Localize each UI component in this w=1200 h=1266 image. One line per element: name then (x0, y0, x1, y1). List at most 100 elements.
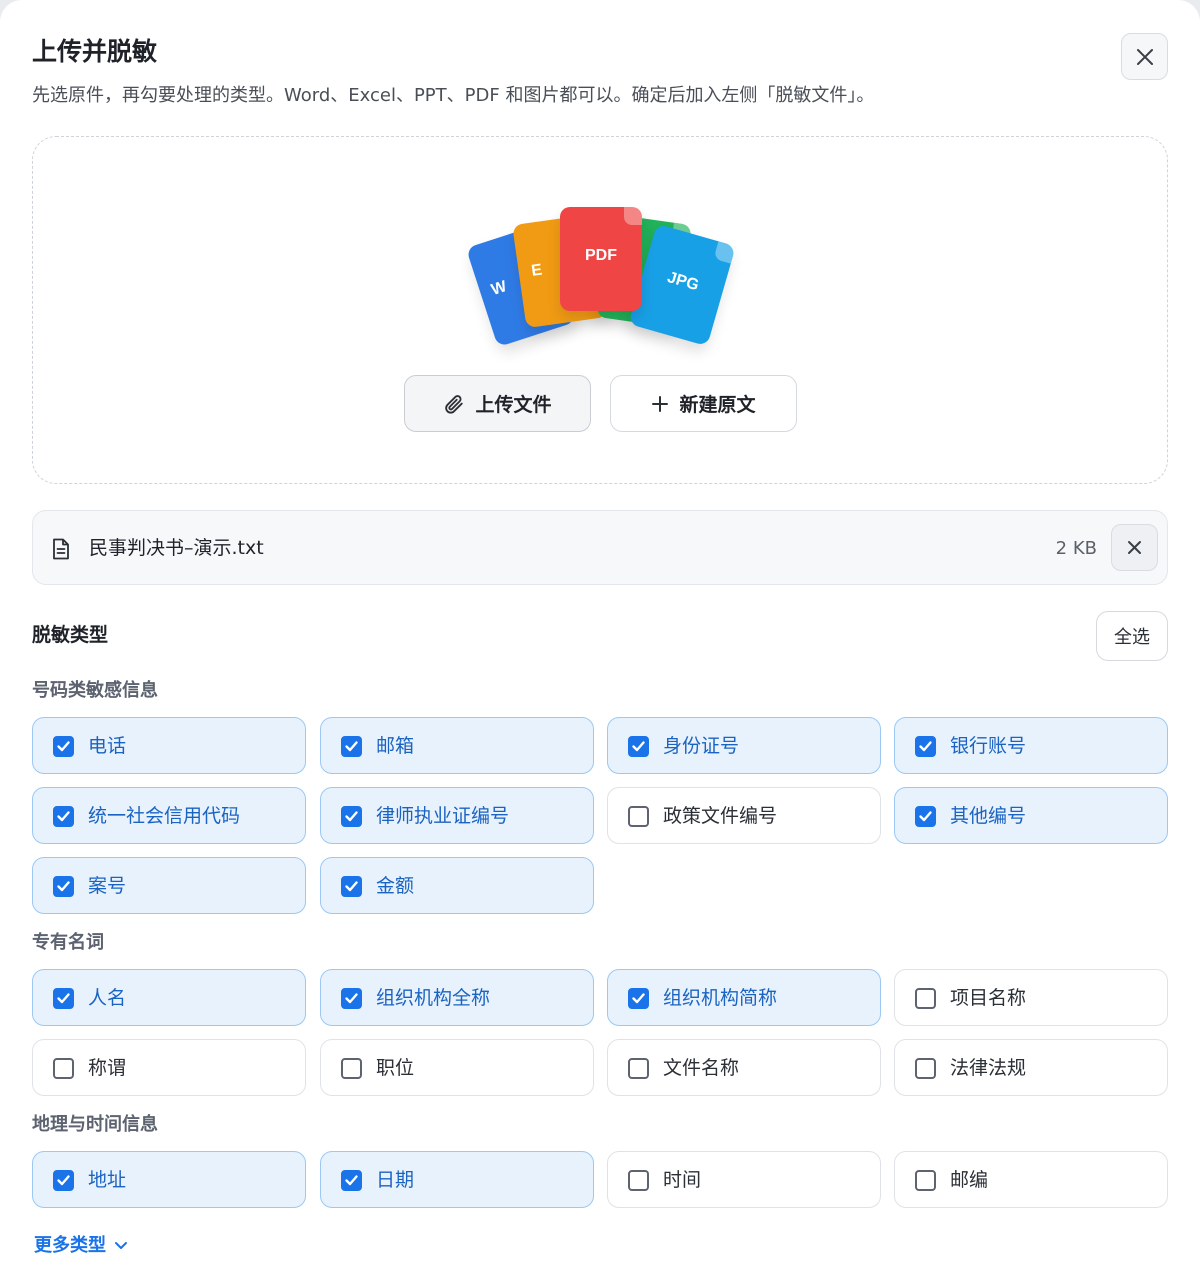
checkbox[interactable] (915, 736, 936, 757)
paperclip-icon (445, 394, 464, 414)
type-option[interactable]: 称谓 (32, 1039, 306, 1096)
close-button[interactable] (1121, 33, 1168, 80)
type-option[interactable]: 电话 (32, 717, 306, 774)
checkmark-icon (57, 881, 70, 892)
upload-file-label: 上传文件 (475, 394, 552, 416)
checkmark-icon (919, 811, 932, 822)
checkbox[interactable] (628, 988, 649, 1009)
type-option[interactable]: 案号 (32, 857, 306, 914)
type-option[interactable]: 律师执业证编号 (320, 787, 594, 844)
type-option[interactable]: 邮箱 (320, 717, 594, 774)
selected-file-row: 民事判决书–演示.txt 2 KB (32, 510, 1168, 585)
type-option-label: 文件名称 (663, 1057, 740, 1079)
checkbox[interactable] (53, 988, 74, 1009)
type-option[interactable]: 身份证号 (607, 717, 881, 774)
type-option-label: 政策文件编号 (663, 805, 778, 827)
type-option-label: 组织机构全称 (376, 987, 491, 1009)
type-option-label: 人名 (88, 987, 127, 1009)
checkmark-icon (57, 741, 70, 752)
checkmark-icon (345, 741, 358, 752)
type-option-label: 律师执业证编号 (376, 805, 510, 827)
type-option-label: 日期 (376, 1169, 415, 1191)
file-dropzone[interactable]: W E G JPG PDF 上传文件 新建原文 (32, 136, 1168, 484)
type-option[interactable]: 日期 (320, 1151, 594, 1208)
checkbox[interactable] (341, 988, 362, 1009)
file-types-illustration: W E G JPG PDF (463, 197, 743, 348)
type-option[interactable]: 其他编号 (894, 787, 1168, 844)
close-icon (1136, 48, 1153, 65)
checkmark-icon (632, 993, 645, 1004)
chevron-down-icon (115, 1242, 127, 1249)
type-option[interactable]: 职位 (320, 1039, 594, 1096)
type-option[interactable]: 组织机构简称 (607, 969, 881, 1026)
checkbox[interactable] (341, 1170, 362, 1191)
type-option-label: 统一社会信用代码 (88, 805, 241, 827)
dialog-title: 上传并脱敏 (32, 37, 158, 66)
type-option[interactable]: 人名 (32, 969, 306, 1026)
new-source-label: 新建原文 (679, 394, 756, 416)
checkmark-icon (345, 993, 358, 1004)
checkbox[interactable] (915, 988, 936, 1009)
checkmark-icon (57, 993, 70, 1004)
type-option[interactable]: 项目名称 (894, 969, 1168, 1026)
checkbox[interactable] (341, 736, 362, 757)
checkbox[interactable] (53, 736, 74, 757)
type-option-label: 身份证号 (663, 735, 740, 757)
checkmark-icon (345, 811, 358, 822)
group-title: 专有名词 (32, 932, 104, 953)
type-option-label: 职位 (376, 1057, 415, 1079)
checkbox[interactable] (915, 806, 936, 827)
checkbox[interactable] (915, 1058, 936, 1079)
upload-redact-dialog: 上传并脱敏 先选原件，再勾要处理的类型。Word、Excel、PPT、PDF 和… (0, 0, 1200, 1266)
remove-file-button[interactable] (1111, 524, 1158, 571)
select-all-button[interactable]: 全选 (1096, 611, 1168, 661)
checkmark-icon (57, 811, 70, 822)
checkbox[interactable] (53, 876, 74, 897)
type-option-label: 项目名称 (950, 987, 1027, 1009)
checkbox[interactable] (628, 806, 649, 827)
type-option-label: 组织机构简称 (663, 987, 778, 1009)
type-option[interactable]: 政策文件编号 (607, 787, 881, 844)
upload-file-button[interactable]: 上传文件 (404, 375, 591, 432)
type-option[interactable]: 统一社会信用代码 (32, 787, 306, 844)
type-option[interactable]: 邮编 (894, 1151, 1168, 1208)
more-types-label: 更多类型 (34, 1235, 106, 1256)
type-option-label: 称谓 (88, 1057, 127, 1079)
type-option[interactable]: 地址 (32, 1151, 306, 1208)
type-option[interactable]: 银行账号 (894, 717, 1168, 774)
type-option-label: 时间 (663, 1169, 702, 1191)
group-title: 地理与时间信息 (32, 1114, 158, 1135)
type-option-label: 金额 (376, 875, 415, 897)
checkbox[interactable] (628, 1058, 649, 1079)
checkmark-icon (345, 881, 358, 892)
checkmark-icon (632, 741, 645, 752)
checkmark-icon (57, 1175, 70, 1186)
redaction-types-title: 脱敏类型 (32, 624, 109, 646)
type-option-label: 法律法规 (950, 1057, 1027, 1079)
checkbox[interactable] (341, 1058, 362, 1079)
close-icon (1128, 541, 1141, 554)
checkbox[interactable] (628, 736, 649, 757)
type-option-label: 邮箱 (376, 735, 415, 757)
checkbox[interactable] (341, 876, 362, 897)
type-option-label: 电话 (88, 735, 127, 757)
dialog-subtitle: 先选原件，再勾要处理的类型。Word、Excel、PPT、PDF 和图片都可以。… (32, 85, 875, 106)
checkbox[interactable] (341, 806, 362, 827)
type-option-label: 地址 (88, 1169, 127, 1191)
document-icon (53, 538, 69, 560)
more-types-toggle[interactable]: 更多类型 (34, 1232, 128, 1260)
type-option[interactable]: 金额 (320, 857, 594, 914)
type-option[interactable]: 组织机构全称 (320, 969, 594, 1026)
file-name: 民事判决书–演示.txt (89, 537, 264, 559)
checkbox[interactable] (53, 1058, 74, 1079)
type-option[interactable]: 法律法规 (894, 1039, 1168, 1096)
type-option[interactable]: 时间 (607, 1151, 881, 1208)
checkbox[interactable] (53, 806, 74, 827)
checkbox[interactable] (53, 1170, 74, 1191)
group-title: 号码类敏感信息 (32, 680, 158, 701)
checkbox[interactable] (915, 1170, 936, 1191)
pdf-file-icon: PDF (560, 207, 642, 311)
type-option[interactable]: 文件名称 (607, 1039, 881, 1096)
checkbox[interactable] (628, 1170, 649, 1191)
new-source-button[interactable]: 新建原文 (610, 375, 797, 432)
